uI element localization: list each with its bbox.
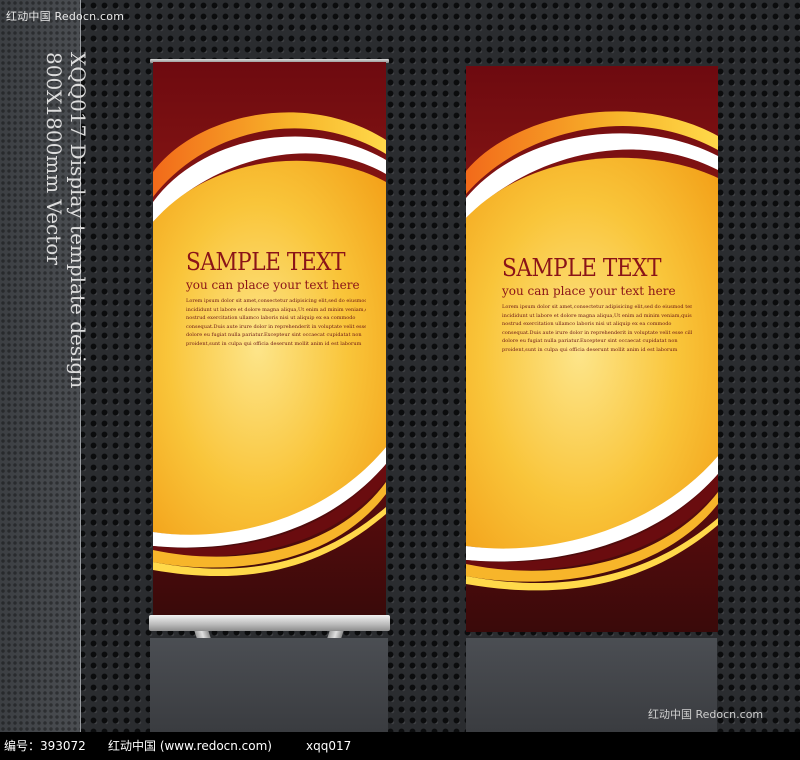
banner-left-headline: SAMPLE TEXT — [186, 248, 346, 276]
body-line: nostrud exercitation ullamco laboris nis… — [186, 315, 356, 322]
top-watermark: 红动中国 Redocn.com — [6, 10, 125, 23]
banner-left-subhead: you can place your text here — [186, 278, 360, 292]
body-line: consequat.Duis aute irure dolor in repre… — [186, 323, 366, 330]
banner-left: SAMPLE TEXT you can place your text here… — [153, 62, 386, 615]
banner-right-subhead: you can place your text here — [502, 284, 676, 298]
footer-code: xqq017 — [306, 739, 352, 753]
footer-site: 红动中国 (www.redocn.com) — [108, 739, 272, 753]
body-line: proident,sunt in culpa qui officia deser… — [186, 340, 362, 347]
stand-base — [149, 615, 390, 631]
banner-right-content: SAMPLE TEXT you can place your text here… — [502, 254, 692, 355]
body-line: proident,sunt in culpa qui officia deser… — [502, 346, 678, 353]
body-line: incididunt ut labore et dolore magna ali… — [502, 312, 692, 319]
body-line: Lorem ipsum dolor sit amet,consectetur a… — [186, 298, 366, 304]
banner-left-body: Lorem ipsum dolor sit amet,consectetur a… — [186, 297, 366, 349]
side-title-line1: XQQ017 Display template design — [66, 52, 90, 389]
body-line: Lorem ipsum dolor sit amet,consectetur a… — [502, 304, 692, 310]
floor-shadow-left — [150, 638, 388, 732]
footer-id: 编号：393072 — [4, 739, 86, 753]
body-line: consequat.Duis aute irure dolor in repre… — [502, 329, 692, 336]
side-title-line2: 800X1800mm Vector — [42, 52, 66, 265]
body-line: incididunt ut labore et dolore magna ali… — [186, 306, 366, 313]
footer-bar: 编号：393072 红动中国 (www.redocn.com) xqq017 — [0, 732, 800, 760]
side-title: XQQ017 Display template design 800X1800m… — [42, 52, 90, 388]
body-line: dolore eu fugiat nulla pariatur.Excepteu… — [502, 338, 678, 345]
banner-right: SAMPLE TEXT you can place your text here… — [466, 66, 718, 632]
corner-watermark: 红动中国 Redocn.com — [648, 708, 764, 721]
banner-right-headline: SAMPLE TEXT — [502, 254, 662, 282]
banner-right-body: Lorem ipsum dolor sit amet,consectetur a… — [502, 303, 692, 355]
body-line: nostrud exercitation ullamco laboris nis… — [502, 321, 672, 328]
banner-left-content: SAMPLE TEXT you can place your text here… — [186, 248, 366, 349]
body-line: dolore eu fugiat nulla pariatur.Excepteu… — [186, 332, 362, 339]
